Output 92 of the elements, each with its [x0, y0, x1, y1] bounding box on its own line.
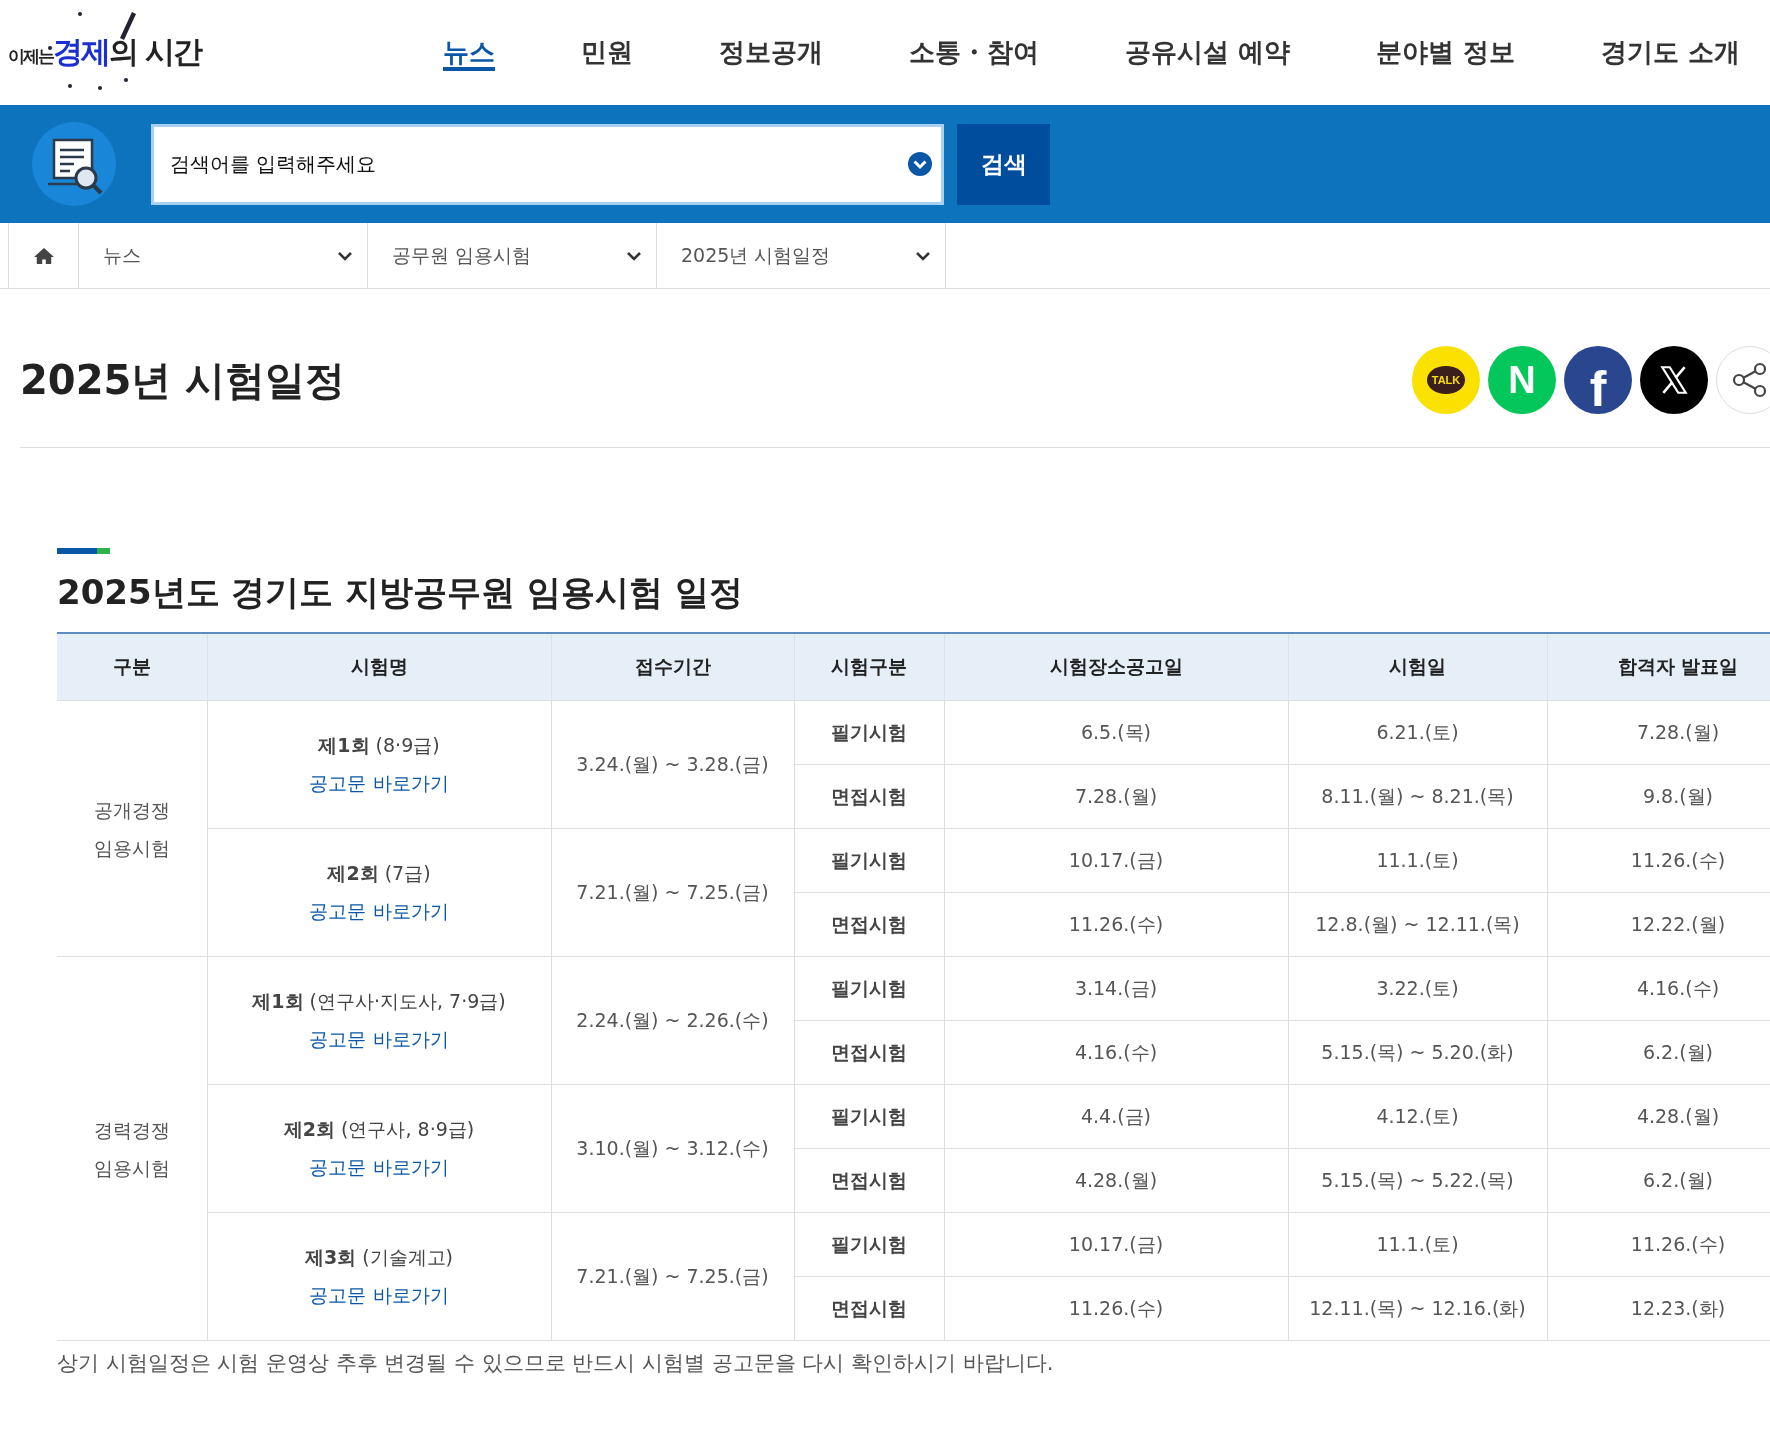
home-button[interactable]	[8, 223, 79, 288]
exam-type-text: 면접시험	[831, 912, 907, 935]
notice-date-text: 11.26.(수)	[1068, 1296, 1164, 1319]
exam-date-text: 5.15.(목) ~ 5.20.(화)	[1321, 1040, 1514, 1063]
exam-type-text: 면접시험	[831, 1168, 907, 1191]
section-title: 2025년도 경기도 지방공무원 임용시험 일정	[57, 571, 744, 614]
period-text: 7.21.(월) ~ 7.25.(금)	[576, 880, 769, 903]
notice-date-text: 4.16.(수)	[1074, 1040, 1158, 1063]
notice-date-text: 6.5.(목)	[1080, 720, 1152, 743]
notice-date-text: 4.28.(월)	[1074, 1168, 1158, 1191]
breadcrumb-dropdown[interactable]: 공무원 임용시험	[368, 223, 657, 288]
result-date-text: 9.8.(월)	[1642, 784, 1714, 807]
notice-date-text: 10.17.(금)	[1068, 1232, 1164, 1255]
column-header: 시험구분	[831, 655, 907, 677]
chevron-down-icon	[915, 250, 931, 261]
column-header: 시험일	[1389, 655, 1446, 677]
chevron-down-icon	[626, 250, 642, 261]
exam-name: 제2회 (7급)	[326, 860, 432, 886]
exam-name: 제2회 (연구사, 8·9급)	[282, 1116, 476, 1142]
accent-bar	[57, 548, 110, 554]
exam-date-text: 8.11.(월) ~ 8.21.(목)	[1321, 784, 1514, 807]
notice-date-text: 10.17.(금)	[1068, 848, 1164, 871]
period-text: 3.24.(월) ~ 3.28.(금)	[576, 752, 769, 775]
page-title: 2025년 시험일정	[20, 355, 346, 405]
exam-type-text: 필기시험	[831, 720, 907, 743]
exam-type-text: 면접시험	[831, 1296, 907, 1319]
result-date-text: 12.22.(월)	[1630, 912, 1726, 935]
notice-link[interactable]: 공고문 바로가기	[309, 1155, 449, 1178]
nav-menu-item[interactable]: 공유시설 예약	[1082, 0, 1334, 105]
exam-name: 제1회 (8·9급)	[317, 732, 441, 758]
exam-type-text: 면접시험	[831, 784, 907, 807]
category-text: 공개경쟁 임용시험	[93, 798, 170, 859]
share-button[interactable]	[1716, 346, 1770, 414]
notice-link[interactable]: 공고문 바로가기	[309, 1283, 449, 1306]
exam-date-text: 6.21.(토)	[1376, 720, 1459, 743]
x-logo-icon	[1658, 364, 1690, 396]
breadcrumb-dropdown[interactable]: 2025년 시험일정	[657, 223, 946, 288]
notice-link[interactable]: 공고문 바로가기	[309, 771, 449, 794]
exam-date-text: 5.15.(목) ~ 5.22.(목)	[1321, 1168, 1514, 1191]
column-header: 합격자 발표일	[1617, 655, 1739, 677]
nav-menu-item[interactable]: 분야별 정보	[1333, 0, 1559, 105]
notice-date-text: 11.26.(수)	[1068, 912, 1164, 935]
exam-type-text: 필기시험	[831, 976, 907, 999]
result-date-text: 11.26.(수)	[1630, 848, 1726, 871]
logo-text[interactable]: 이제는경제의 시간	[8, 32, 202, 73]
result-date-text: 6.2.(월)	[1642, 1168, 1714, 1191]
category-text: 경력경쟁 임용시험	[93, 1118, 170, 1179]
exam-name: 제1회 (연구사·지도사, 7·9급)	[251, 988, 507, 1014]
notice-text: 상기 시험일정은 시험 운영상 추후 변경될 수 있으므로 반드시 시험별 공고문을 다시 확인하시기 바랍니다.	[57, 1350, 1055, 1377]
exam-date-text: 11.1.(토)	[1376, 848, 1459, 871]
column-header: 접수기간	[634, 655, 711, 677]
result-date-text: 4.28.(월)	[1636, 1104, 1720, 1127]
search-button[interactable]: 검색	[957, 123, 1050, 205]
chevron-circle-icon[interactable]	[908, 151, 932, 176]
chevron-down-icon	[337, 250, 353, 261]
period-text: 3.10.(월) ~ 3.12.(수)	[576, 1136, 769, 1159]
exam-type-text: 필기시험	[831, 848, 907, 871]
exam-date-text: 11.1.(토)	[1376, 1232, 1459, 1255]
column-header: 구분	[112, 655, 151, 677]
result-date-text: 11.26.(수)	[1630, 1232, 1726, 1255]
exam-date-text: 12.8.(월) ~ 12.11.(목)	[1315, 912, 1520, 935]
result-date-text: 4.16.(수)	[1636, 976, 1720, 999]
exam-date-text: 3.22.(토)	[1376, 976, 1459, 999]
result-date-text: 7.28.(월)	[1636, 720, 1720, 743]
home-icon	[32, 246, 55, 265]
exam-type-text: 면접시험	[831, 1040, 907, 1063]
nav-menu-item[interactable]: 뉴스	[400, 0, 538, 105]
notice-date-text: 3.14.(금)	[1074, 976, 1158, 999]
notice-date-text: 4.4.(금)	[1080, 1104, 1152, 1127]
result-date-text: 6.2.(월)	[1642, 1040, 1714, 1063]
exam-date-text: 12.11.(목) ~ 12.16.(화)	[1309, 1296, 1526, 1319]
result-date-text: 12.23.(화)	[1630, 1296, 1726, 1319]
nav-menu-item[interactable]: 경기도 소개	[1558, 0, 1770, 105]
exam-date-text: 4.12.(토)	[1376, 1104, 1459, 1127]
nav-menu-item[interactable]: 정보공개	[676, 0, 866, 105]
notice-date-text: 7.28.(월)	[1074, 784, 1158, 807]
notice-link[interactable]: 공고문 바로가기	[309, 1027, 449, 1050]
document-search-icon	[32, 122, 116, 206]
breadcrumb-dropdown[interactable]: 뉴스	[79, 223, 368, 288]
exam-name: 제3회 (기술계고)	[303, 1244, 455, 1270]
kakaotalk-share-button[interactable]: TALK	[1412, 346, 1480, 414]
column-header: 시험장소공고일	[1049, 655, 1183, 677]
notice-link[interactable]: 공고문 바로가기	[309, 899, 449, 922]
exam-type-text: 필기시험	[831, 1232, 907, 1255]
search-field[interactable]: 검색어를 입력해주세요	[151, 123, 944, 205]
nav-menu-item[interactable]: 민원	[538, 0, 676, 105]
period-text: 7.21.(월) ~ 7.25.(금)	[576, 1264, 769, 1287]
column-header: 시험명	[350, 655, 408, 677]
nav-menu-item[interactable]: 소통・참여	[866, 0, 1082, 105]
exam-type-text: 필기시험	[831, 1104, 907, 1127]
period-text: 2.24.(월) ~ 2.26.(수)	[576, 1008, 769, 1031]
facebook-share-button[interactable]: f	[1564, 346, 1632, 414]
